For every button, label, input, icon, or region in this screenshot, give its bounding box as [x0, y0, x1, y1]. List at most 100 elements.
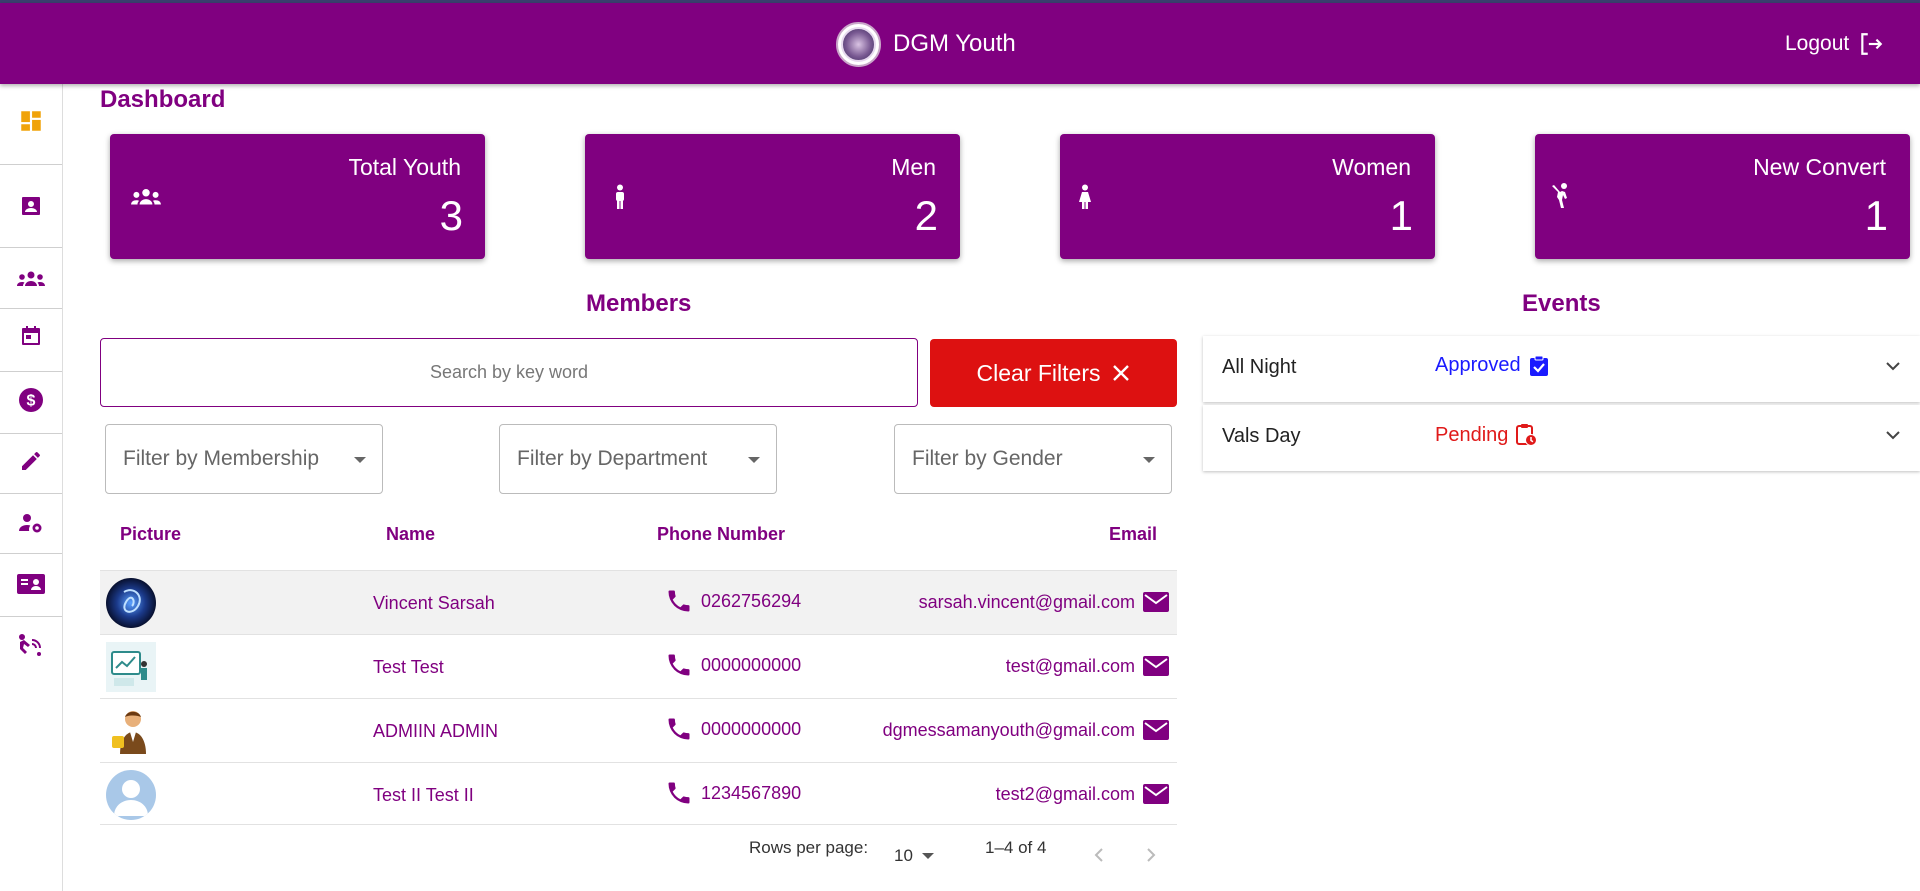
- table-row[interactable]: Vincent Sarsah 0262756294 sarsah.vincent…: [100, 570, 1177, 634]
- avatar: [106, 706, 156, 756]
- avatar: [106, 642, 156, 692]
- phone-link[interactable]: 0000000000: [665, 651, 801, 679]
- sidebar-item-dashboard[interactable]: [0, 96, 62, 146]
- stat-card-women[interactable]: Women 1: [1060, 134, 1435, 259]
- column-header-email[interactable]: Email: [1109, 524, 1157, 545]
- pagination-range: 1–4 of 4: [985, 838, 1047, 857]
- event-status: Approved: [1435, 354, 1549, 377]
- mail-icon: [1143, 656, 1169, 676]
- stat-value: 2: [914, 192, 938, 239]
- previous-page-icon[interactable]: [1091, 846, 1109, 864]
- event-status-label: Approved: [1435, 354, 1521, 376]
- search-input[interactable]: [101, 339, 917, 406]
- chevron-down-icon: [921, 853, 934, 859]
- convert-icon: [1552, 183, 1567, 208]
- sidebar-item-user-settings[interactable]: [0, 498, 62, 548]
- avatar: [106, 770, 156, 820]
- church-logo: [836, 21, 881, 67]
- stat-label: Total Youth: [348, 154, 461, 180]
- email-link[interactable]: sarsah.vincent@gmail.com: [919, 591, 1169, 613]
- search-field[interactable]: [100, 338, 918, 407]
- stat-value: 1: [1864, 192, 1888, 239]
- stat-label: Men: [891, 154, 936, 180]
- app-bar: DGM Youth Logout: [0, 3, 1920, 84]
- chevron-down-icon: [748, 457, 760, 463]
- logout-icon: [1861, 33, 1883, 55]
- clear-filters-button[interactable]: Clear Filters: [930, 339, 1177, 407]
- filter-department-label: Filter by Department: [517, 447, 708, 470]
- phone-icon: [668, 782, 690, 804]
- member-phone: 0262756294: [701, 590, 802, 611]
- stat-label: New Convert: [1753, 154, 1886, 180]
- avatar: [106, 578, 156, 628]
- clear-filters-label: Clear Filters: [976, 359, 1101, 386]
- column-header-name[interactable]: Name: [386, 524, 435, 545]
- groups-icon: [131, 189, 161, 205]
- member-phone: 0000000000: [701, 654, 802, 675]
- sidebar: $: [0, 84, 63, 891]
- stat-card-total-youth[interactable]: Total Youth 3: [110, 134, 485, 259]
- filter-gender-label: Filter by Gender: [912, 447, 1063, 470]
- member-email: test2@gmail.com: [995, 783, 1135, 804]
- next-page-icon[interactable]: [1141, 846, 1159, 864]
- event-status: Pending: [1435, 423, 1538, 447]
- phone-link[interactable]: 1234567890: [665, 779, 801, 807]
- groups-icon: [17, 271, 45, 286]
- edit-pencil-icon: [22, 451, 40, 470]
- event-name: All Night: [1222, 356, 1297, 378]
- clipboard-check-icon: [1529, 355, 1548, 376]
- member-name: Test Test: [373, 657, 444, 677]
- sidebar-item-events[interactable]: [0, 311, 62, 361]
- id-card-icon: [17, 574, 45, 594]
- rows-per-page-value: 10: [894, 846, 913, 865]
- table-row[interactable]: ADMIIN ADMIN 0000000000 dgmessamanyouth@…: [100, 698, 1177, 762]
- table-row[interactable]: Test Test 0000000000 test@gmail.com: [100, 634, 1177, 698]
- sidebar-item-access[interactable]: [0, 620, 62, 670]
- page-title: Dashboard: [100, 86, 226, 113]
- column-header-picture[interactable]: Picture: [120, 524, 181, 545]
- events-title: Events: [1522, 290, 1601, 317]
- member-email: dgmessamanyouth@gmail.com: [882, 719, 1135, 740]
- logout-button[interactable]: Logout: [1785, 31, 1885, 57]
- rows-per-page-label: Rows per page:: [749, 838, 869, 857]
- sidebar-item-profile[interactable]: [0, 181, 62, 231]
- email-link[interactable]: dgmessamanyouth@gmail.com: [883, 719, 1169, 741]
- woman-icon: [1079, 184, 1091, 209]
- email-link[interactable]: test2@gmail.com: [996, 783, 1169, 805]
- chevron-down-icon: [1143, 457, 1155, 463]
- access-icon: [19, 634, 41, 656]
- member-phone: 1234567890: [701, 782, 802, 803]
- filter-department-select[interactable]: Filter by Department: [499, 424, 777, 494]
- sidebar-item-edit[interactable]: [0, 436, 62, 486]
- member-email: test@gmail.com: [1005, 655, 1135, 676]
- chevron-down-icon[interactable]: [1884, 428, 1902, 442]
- event-name: Vals Day: [1222, 425, 1301, 447]
- stat-card-men[interactable]: Men 2: [585, 134, 960, 259]
- table-divider: [100, 824, 1177, 825]
- member-name: Test II Test II: [373, 785, 474, 805]
- sidebar-item-id-cards[interactable]: [0, 559, 62, 609]
- members-title: Members: [586, 290, 692, 317]
- sidebar-item-finance[interactable]: $: [0, 375, 62, 425]
- stat-card-new-convert[interactable]: New Convert 1: [1535, 134, 1910, 259]
- phone-link[interactable]: 0262756294: [665, 587, 801, 615]
- rows-per-page-select[interactable]: 10: [894, 846, 934, 866]
- app-title: DGM Youth: [893, 30, 1016, 57]
- table-row[interactable]: Test II Test II 1234567890 test2@gmail.c…: [100, 762, 1177, 826]
- sidebar-item-members[interactable]: [0, 254, 62, 304]
- column-header-phone[interactable]: Phone Number: [657, 524, 785, 545]
- member-name: ADMIIN ADMIN: [373, 721, 499, 741]
- event-accordion-vals-day[interactable]: Vals Day Pending: [1203, 405, 1920, 471]
- email-link[interactable]: test@gmail.com: [1006, 655, 1169, 677]
- chevron-down-icon[interactable]: [1884, 359, 1902, 373]
- filter-membership-select[interactable]: Filter by Membership: [105, 424, 383, 494]
- stat-value: 3: [439, 192, 463, 239]
- man-icon: [616, 184, 624, 209]
- filter-gender-select[interactable]: Filter by Gender: [894, 424, 1172, 494]
- brand[interactable]: DGM Youth: [836, 21, 1016, 67]
- mail-icon: [1143, 720, 1169, 740]
- phone-link[interactable]: 0000000000: [665, 715, 801, 743]
- phone-icon: [668, 590, 690, 612]
- member-email: sarsah.vincent@gmail.com: [918, 591, 1135, 612]
- event-accordion-all-night[interactable]: All Night Approved: [1203, 336, 1920, 402]
